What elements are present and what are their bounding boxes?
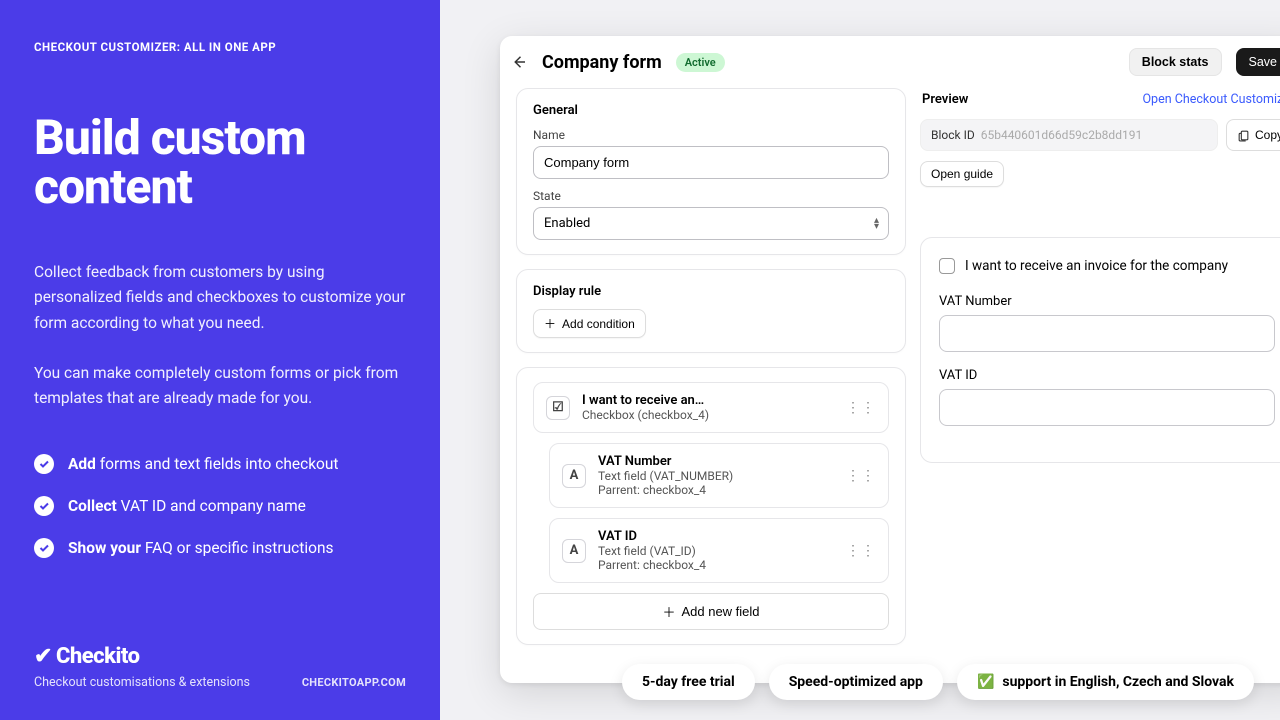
hero-title: Build custom content [34, 114, 406, 212]
save-button[interactable]: Save [1236, 48, 1280, 76]
add-new-field-button[interactable]: ＋ Add new field [533, 593, 889, 630]
preview-vat-number-label: VAT Number [939, 294, 1275, 309]
hero-paragraph-2: You can make completely custom forms or … [34, 361, 406, 412]
checkbox-type-icon: ☑ [546, 396, 570, 420]
promo-pills: 5-day free trial Speed-optimized app ✅ s… [622, 664, 1254, 700]
bullet-add: Add forms and text fields into checkout [34, 454, 406, 474]
display-rule-card: Display rule ＋ Add condition [516, 269, 906, 353]
card-heading-display-rule: Display rule [533, 284, 889, 299]
brand-logo: ✔Checkito [34, 644, 406, 669]
name-input[interactable] [533, 146, 889, 179]
drag-handle-icon[interactable]: ⋮⋮ [846, 543, 876, 559]
back-arrow-icon[interactable] [510, 53, 528, 71]
name-label: Name [533, 128, 889, 142]
pill-support: ✅ support in English, Czech and Slovak [957, 664, 1254, 700]
app-window: Company form Active Block stats Save Gen… [500, 36, 1280, 683]
field-row-checkbox[interactable]: ☑ I want to receive an… Checkbox (checkb… [533, 382, 889, 433]
preview-render: I want to receive an invoice for the com… [920, 237, 1280, 463]
status-badge: Active [676, 53, 725, 72]
preview-heading: Preview [922, 92, 968, 107]
open-guide-button[interactable]: Open guide [920, 161, 1004, 187]
copy-button[interactable]: Copy [1226, 119, 1280, 151]
check-emoji-icon: ✅ [977, 674, 994, 690]
app-canvas: Company form Active Block stats Save Gen… [440, 0, 1280, 720]
check-circle-icon [34, 496, 54, 516]
state-label: State [533, 189, 889, 203]
pill-speed: Speed-optimized app [769, 664, 943, 700]
state-select[interactable]: Enabled [533, 207, 889, 240]
bullet-collect: Collect VAT ID and company name [34, 496, 406, 516]
drag-handle-icon[interactable]: ⋮⋮ [846, 400, 876, 416]
drag-handle-icon[interactable]: ⋮⋮ [846, 468, 876, 484]
card-heading-general: General [533, 103, 889, 118]
general-card: General Name State Enabled ▴▾ [516, 88, 906, 255]
text-type-icon: A [562, 464, 586, 488]
preview-checkbox[interactable] [939, 258, 955, 274]
kicker: CHECKOUT CUSTOMIZER: ALL IN ONE APP [34, 40, 406, 54]
brand-website: CHECKITOAPP.COM [302, 676, 406, 689]
block-stats-button[interactable]: Block stats [1129, 48, 1222, 76]
app-header: Company form Active Block stats Save [500, 36, 1280, 88]
fields-card: ☑ I want to receive an… Checkbox (checkb… [516, 367, 906, 645]
open-customizer-link[interactable]: Open Checkout Customizer [1142, 92, 1280, 107]
field-row-vat-number[interactable]: A VAT Number Text field (VAT_NUMBER) Par… [549, 443, 889, 508]
preview-vat-number-input[interactable] [939, 315, 1275, 352]
preview-vat-id-label: VAT ID [939, 368, 1275, 383]
pill-free-trial: 5-day free trial [622, 664, 755, 700]
check-circle-icon [34, 454, 54, 474]
bullet-show: Show your FAQ or specific instructions [34, 538, 406, 558]
select-arrows-icon: ▴▾ [874, 218, 879, 230]
preview-vat-id-input[interactable] [939, 389, 1275, 426]
page-title: Company form [542, 52, 662, 73]
plus-icon: ＋ [544, 315, 556, 332]
block-id-display: Block ID 65b440601d66d59c2b8dd191 [920, 119, 1218, 151]
check-circle-icon [34, 538, 54, 558]
preview-checkbox-label: I want to receive an invoice for the com… [965, 258, 1228, 274]
plus-icon: ＋ [662, 602, 675, 621]
clipboard-icon [1237, 129, 1250, 142]
text-type-icon: A [562, 539, 586, 563]
brand-tagline: Checkout customisations & extensions [34, 675, 250, 690]
field-row-vat-id[interactable]: A VAT ID Text field (VAT_ID) Parrent: ch… [549, 518, 889, 583]
hero-paragraph-1: Collect feedback from customers by using… [34, 260, 406, 337]
add-condition-button[interactable]: ＋ Add condition [533, 309, 646, 338]
marketing-sidebar: CHECKOUT CUSTOMIZER: ALL IN ONE APP Buil… [0, 0, 440, 720]
